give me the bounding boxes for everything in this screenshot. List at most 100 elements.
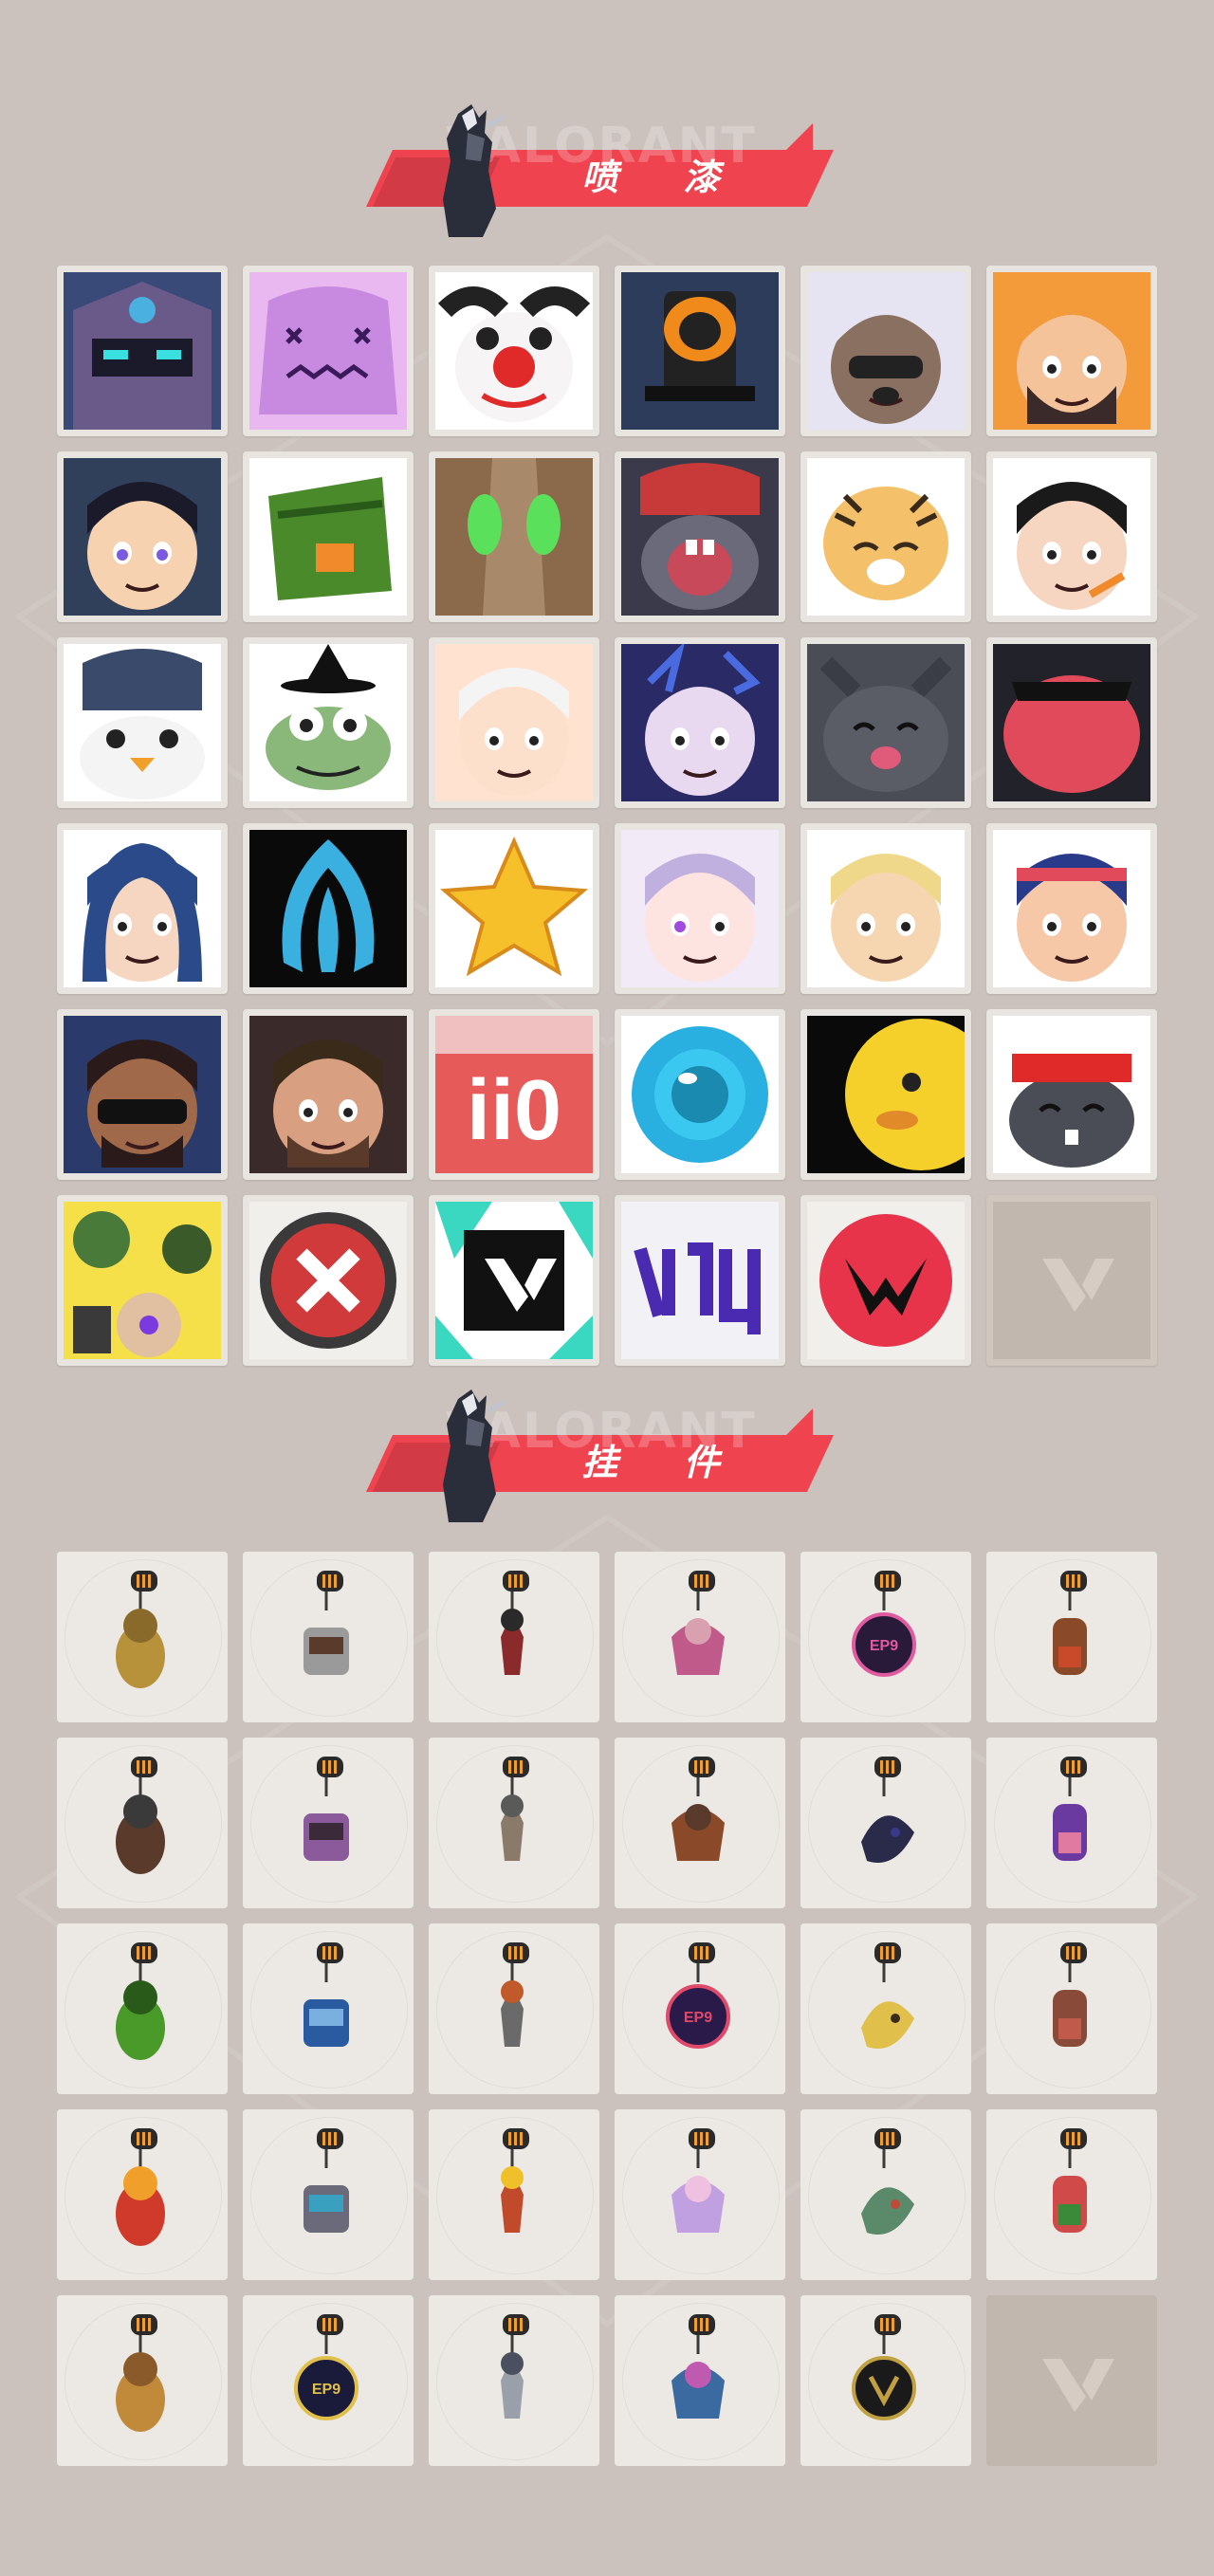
spray-tile[interactable] (429, 823, 599, 994)
buddy-tile[interactable] (57, 1552, 228, 1722)
spray-tile[interactable] (986, 266, 1157, 436)
buddy-tile[interactable] (615, 1738, 785, 1908)
buddy-tile[interactable] (429, 1552, 599, 1722)
buddy-tile[interactable] (986, 1738, 1157, 1908)
chili-skewer-buddy-icon (116, 2128, 165, 2246)
spray-slot-empty[interactable] (986, 1195, 1157, 1366)
buddy-tile[interactable] (243, 2109, 414, 2280)
spray-tile[interactable] (243, 266, 414, 436)
spray-tile[interactable] (243, 451, 414, 622)
spray-tile[interactable] (800, 823, 971, 994)
ep9-gold-medal-buddy-icon: EP9 (294, 2314, 359, 2420)
spray-tile[interactable] (615, 266, 785, 436)
buddy-tile[interactable] (800, 1923, 971, 2094)
ep9-badge-buddy-icon: EP9 (666, 1942, 730, 2049)
green-pager-buddy-icon (116, 1942, 165, 2060)
buddy-tile[interactable]: EP9 (243, 2295, 414, 2466)
spray-tile[interactable] (57, 823, 228, 994)
purple-blob-spray-icon (249, 272, 407, 430)
buddy-tile[interactable] (615, 1552, 785, 1722)
spray-tile[interactable] (800, 1009, 971, 1180)
spray-tile[interactable] (800, 266, 971, 436)
teddy-bell-buddy-icon (1053, 1571, 1087, 1675)
spray-tile[interactable] (243, 1009, 414, 1180)
buddy-tile[interactable] (615, 2109, 785, 2280)
spray-tile[interactable] (429, 451, 599, 622)
bandana-girl-spray-icon (993, 830, 1150, 987)
buddy-tile[interactable] (429, 1923, 599, 2094)
spray-tile[interactable] (800, 451, 971, 622)
blue-haired-agent-spray-icon (621, 644, 779, 801)
spray-tile[interactable] (243, 1195, 414, 1366)
buddy-tile[interactable] (243, 1552, 414, 1722)
raccoon-spray-icon (807, 272, 965, 430)
black-haired-girl-spray-icon (993, 458, 1150, 616)
spray-tile[interactable] (57, 637, 228, 808)
ufo-buddy-icon (671, 2314, 725, 2419)
blonde-agent-spray-icon (807, 830, 965, 987)
spray-tile[interactable] (615, 451, 785, 622)
spray-tile[interactable] (243, 823, 414, 994)
buddy-tile[interactable] (986, 1923, 1157, 2094)
svg-text:EP9: EP9 (684, 2010, 712, 2026)
top-hat-spray-icon (621, 272, 779, 430)
smug-face-spray-icon (435, 644, 593, 801)
buddy-tile[interactable] (429, 2295, 599, 2466)
buddy-slot-empty[interactable] (986, 2295, 1157, 2466)
rope-knot-buddy-icon (501, 1571, 529, 1675)
gold-bear-buddy-icon (116, 1571, 165, 1688)
buddy-tile[interactable]: EP9 (800, 1552, 971, 1722)
spray-tile[interactable] (986, 823, 1157, 994)
buddy-tile[interactable] (800, 1738, 971, 1908)
buddy-tile[interactable] (57, 2109, 228, 2280)
buddy-tile[interactable] (800, 2109, 971, 2280)
spray-tile[interactable] (57, 266, 228, 436)
spray-tile[interactable] (429, 266, 599, 436)
armored-hero-spray-icon (64, 272, 221, 430)
buddy-tile[interactable] (986, 2109, 1157, 2280)
spray-tile[interactable] (615, 823, 785, 994)
spray-tile[interactable] (57, 1195, 228, 1366)
buddy-tile[interactable] (429, 2109, 599, 2280)
headband-rabbit-spray-icon (993, 1016, 1150, 1173)
spray-tile[interactable] (800, 637, 971, 808)
spray-tile[interactable] (243, 637, 414, 808)
spray-tile[interactable] (800, 1195, 971, 1366)
hooded-agent-spray-icon (64, 830, 221, 987)
frog-witch-spray-icon (249, 644, 407, 801)
buddy-tile[interactable] (615, 2295, 785, 2466)
grenades-spray-icon (64, 1202, 221, 1359)
grey-cat-spray-icon (807, 644, 965, 801)
wooden-gun-buddy-icon (116, 1757, 165, 1874)
empty-slot-icon (993, 1202, 1150, 1359)
buddies-grid: EP9 EP9 EP9 (57, 1552, 1157, 2466)
spray-tile[interactable] (57, 451, 228, 622)
spray-tile[interactable] (429, 637, 599, 808)
green-crate-spray-icon (249, 458, 407, 616)
spray-tile[interactable] (57, 1009, 228, 1180)
buddy-tile[interactable] (800, 2295, 971, 2466)
buddy-tile[interactable] (243, 1738, 414, 1908)
radio-box-buddy-icon (501, 1942, 529, 2047)
spray-tile[interactable] (986, 451, 1157, 622)
buddy-tile[interactable] (243, 1923, 414, 2094)
buddy-tile[interactable] (429, 1738, 599, 1908)
spray-tile[interactable] (986, 637, 1157, 808)
red-x-spray-icon (249, 1202, 407, 1359)
green-eyes-spray-icon (435, 458, 593, 616)
spray-tile[interactable] (429, 1195, 599, 1366)
bearded-man-spray-icon (249, 1016, 407, 1173)
blue-astronaut-buddy-icon (304, 1942, 349, 2047)
spray-tile[interactable] (615, 1195, 785, 1366)
buddy-tile[interactable]: EP9 (615, 1923, 785, 2094)
buddy-tile[interactable] (57, 1923, 228, 2094)
svg-text:EP9: EP9 (312, 2382, 340, 2398)
buddy-tile[interactable] (57, 1738, 228, 1908)
spray-tile[interactable] (615, 637, 785, 808)
agent-portrait-icon (443, 104, 506, 237)
buddy-tile[interactable] (57, 2295, 228, 2466)
buddy-tile[interactable] (986, 1552, 1157, 1722)
spray-tile[interactable] (986, 1009, 1157, 1180)
spray-tile[interactable]: ii0 (429, 1009, 599, 1180)
spray-tile[interactable] (615, 1009, 785, 1180)
